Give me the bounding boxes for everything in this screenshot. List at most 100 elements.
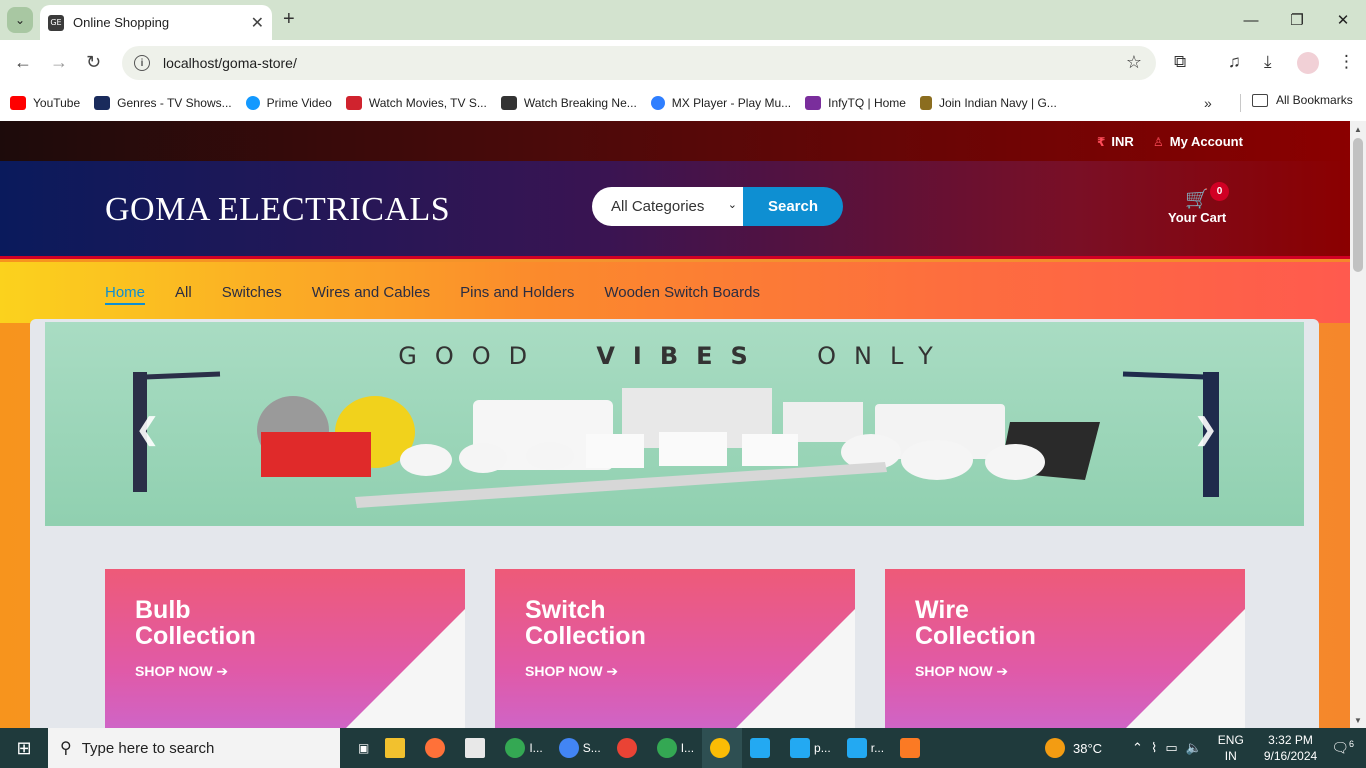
my-account-link[interactable]: ♙ My Account bbox=[1153, 134, 1243, 149]
prime-video-icon bbox=[245, 96, 260, 110]
xampp-icon[interactable] bbox=[892, 728, 932, 768]
more-bookmarks-icon[interactable]: » bbox=[1204, 95, 1212, 111]
bookmark-genres[interactable]: Genres - TV Shows... bbox=[94, 96, 232, 110]
currency-selector[interactable]: ₹ INR bbox=[1097, 134, 1134, 149]
card-corner-shape bbox=[705, 609, 855, 728]
page-viewport: ₹ INR ♙ My Account GOMA ELECTRICALS All Ca… bbox=[0, 121, 1350, 728]
page-scrollbar[interactable]: ▲ ▼ bbox=[1350, 121, 1366, 728]
close-tab-icon[interactable]: ✕ bbox=[251, 13, 264, 33]
new-tab-icon[interactable]: + bbox=[283, 8, 295, 31]
scroll-up-icon[interactable]: ▲ bbox=[1354, 125, 1362, 134]
bookmark-watch-movies[interactable]: Watch Movies, TV S... bbox=[345, 96, 487, 110]
switch-collection-card[interactable]: Switch Collection SHOP NOW ➔ bbox=[495, 569, 855, 728]
nav-switches[interactable]: Switches bbox=[222, 284, 282, 305]
card-corner-shape bbox=[315, 609, 465, 728]
category-navbar: Home All Switches Wires and Cables Pins … bbox=[0, 262, 1350, 323]
weather-icon bbox=[1045, 738, 1065, 758]
download-icon[interactable]: ⤓ bbox=[1264, 52, 1272, 72]
minimize-icon[interactable]: — bbox=[1228, 0, 1274, 40]
arrow-circle-right-icon: ➔ bbox=[606, 663, 619, 679]
nav-all[interactable]: All bbox=[175, 284, 192, 305]
search-button[interactable]: Search bbox=[743, 187, 843, 226]
slider-prev-icon[interactable]: ❮ bbox=[135, 412, 160, 447]
news-icon bbox=[500, 96, 517, 110]
category-select[interactable]: All Categories ⌄ bbox=[592, 187, 743, 226]
chrome-window-4[interactable]: I... bbox=[649, 728, 702, 768]
back-icon[interactable]: ← bbox=[14, 52, 32, 73]
reload-icon[interactable]: ↻ bbox=[86, 52, 101, 73]
scroll-down-icon[interactable]: ▼ bbox=[1354, 716, 1362, 725]
tray-chevron-up-icon[interactable]: ⌃ bbox=[1132, 740, 1143, 756]
media-controls-icon[interactable]: ♫ bbox=[1228, 52, 1241, 72]
chrome-window-2[interactable]: S... bbox=[551, 728, 609, 768]
vscode-window-2[interactable]: p... bbox=[782, 728, 839, 768]
vscode-window-1[interactable] bbox=[742, 728, 782, 768]
chevron-down-icon: ⌄ bbox=[727, 199, 737, 211]
bookmark-breaking-news[interactable]: Watch Breaking Ne... bbox=[500, 96, 637, 110]
windows-taskbar: ⊞ ⚲ Type here to search ▣ I... S... I...… bbox=[0, 728, 1366, 768]
movies-icon bbox=[345, 96, 362, 110]
chrome-window-5[interactable] bbox=[702, 728, 743, 768]
battery-icon[interactable]: ▭ bbox=[1165, 740, 1177, 756]
nav-home[interactable]: Home bbox=[105, 284, 146, 305]
nav-wooden-switch-boards[interactable]: Wooden Switch Boards bbox=[604, 284, 760, 305]
task-view-icon[interactable]: ▣ bbox=[350, 728, 377, 768]
bookmark-infytq[interactable]: InfyTQ | Home bbox=[805, 96, 906, 110]
wire-collection-card[interactable]: Wire Collection SHOP NOW ➔ bbox=[885, 569, 1245, 728]
firefox-icon[interactable] bbox=[417, 728, 457, 768]
profile-avatar[interactable] bbox=[1297, 52, 1319, 74]
cart-link[interactable]: 🛒 Your Cart 0 bbox=[1168, 182, 1229, 227]
bookmarks-bar: YouTube Genres - TV Shows... Prime Video… bbox=[0, 86, 1366, 120]
restore-icon[interactable]: ❐ bbox=[1274, 0, 1320, 40]
windows-start-icon[interactable]: ⊞ bbox=[0, 728, 48, 768]
navy-icon bbox=[919, 96, 932, 110]
bookmark-youtube[interactable]: YouTube bbox=[10, 96, 80, 110]
bookmark-indian-navy[interactable]: Join Indian Navy | G... bbox=[919, 96, 1057, 110]
bookmark-prime-video[interactable]: Prime Video bbox=[245, 96, 332, 110]
search-form: All Categories ⌄ Search bbox=[592, 187, 843, 226]
bulb-collection-card[interactable]: Bulb Collection SHOP NOW ➔ bbox=[105, 569, 465, 728]
store-logo[interactable]: GOMA ELECTRICALS bbox=[105, 191, 450, 229]
weather-temp[interactable]: 38°C bbox=[1073, 741, 1102, 756]
banner-products-illustration bbox=[133, 371, 1219, 508]
volume-icon[interactable]: 🔈 bbox=[1186, 740, 1202, 756]
infytq-icon bbox=[805, 96, 822, 110]
tab-strip: ⌄ GE Online Shopping ✕ + — ❐ ✕ bbox=[0, 0, 1366, 40]
wire-boxes bbox=[261, 432, 371, 477]
extensions-icon[interactable]: ⧉ bbox=[1174, 52, 1186, 72]
vscode-window-3[interactable]: r... bbox=[839, 728, 892, 768]
shop-now-link[interactable]: SHOP NOW ➔ bbox=[525, 663, 618, 680]
chrome-window-1[interactable]: I... bbox=[497, 728, 550, 768]
site-favicon-icon: GE bbox=[48, 14, 64, 31]
arrow-circle-right-icon: ➔ bbox=[216, 663, 229, 679]
main-header: GOMA ELECTRICALS All Categories ⌄ Search … bbox=[0, 161, 1350, 259]
taskbar-search[interactable]: ⚲ Type here to search bbox=[48, 728, 340, 768]
bookmark-mx-player[interactable]: MX Player - Play Mu... bbox=[650, 96, 791, 110]
cart-count-badge: 0 bbox=[1210, 182, 1229, 201]
nav-wires-and-cables[interactable]: Wires and Cables bbox=[312, 284, 430, 305]
url-text[interactable]: localhost/goma-store/ bbox=[163, 55, 297, 71]
shop-now-link[interactable]: SHOP NOW ➔ bbox=[915, 663, 1008, 680]
slider-next-icon[interactable]: ❯ bbox=[1193, 412, 1218, 447]
bookmark-star-icon[interactable]: ☆ bbox=[1126, 52, 1142, 73]
scroll-thumb[interactable] bbox=[1353, 138, 1363, 272]
address-bar[interactable]: i localhost/goma-store/ ☆ bbox=[122, 46, 1156, 80]
shop-now-link[interactable]: SHOP NOW ➔ bbox=[135, 663, 228, 680]
file-explorer-icon[interactable] bbox=[377, 728, 417, 768]
tab-search-button[interactable]: ⌄ bbox=[7, 7, 33, 33]
nav-pins-and-holders[interactable]: Pins and Holders bbox=[460, 284, 574, 305]
all-bookmarks-button[interactable]: All Bookmarks bbox=[1252, 93, 1353, 107]
genres-icon bbox=[94, 96, 111, 110]
menu-icon[interactable]: ⋮ bbox=[1338, 52, 1355, 72]
taskbar-apps: ▣ I... S... I... p... r... bbox=[350, 728, 932, 768]
clock[interactable]: 3:32 PM 9/16/2024 bbox=[1264, 732, 1317, 764]
close-window-icon[interactable]: ✕ bbox=[1320, 0, 1366, 40]
network-icon[interactable]: ⌇ bbox=[1151, 740, 1157, 756]
active-tab[interactable]: GE Online Shopping ✕ bbox=[40, 5, 272, 40]
chrome-window-3[interactable] bbox=[609, 728, 649, 768]
language-indicator[interactable]: ENG IN bbox=[1218, 732, 1244, 764]
calendar-app-icon[interactable] bbox=[457, 728, 497, 768]
site-info-icon[interactable]: i bbox=[134, 55, 150, 71]
notifications-icon[interactable]: 🗨6 bbox=[1331, 739, 1354, 757]
forward-icon[interactable]: → bbox=[50, 52, 68, 73]
